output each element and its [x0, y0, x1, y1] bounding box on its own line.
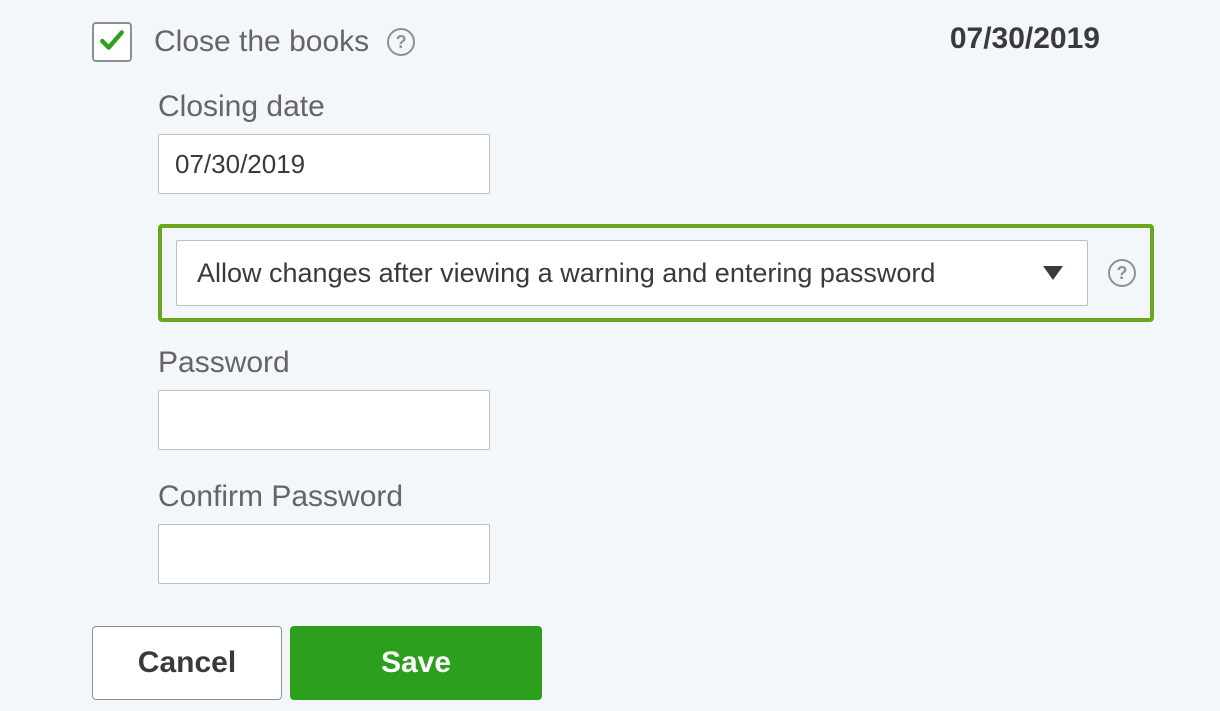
password-input[interactable] — [158, 390, 490, 450]
chevron-down-icon — [1043, 266, 1063, 280]
closing-date-label: Closing date — [158, 90, 1220, 124]
save-button[interactable]: Save — [290, 626, 542, 700]
current-date-display: 07/30/2019 — [950, 22, 1100, 56]
help-icon[interactable]: ? — [387, 28, 415, 56]
confirm-password-label: Confirm Password — [158, 480, 1220, 514]
restriction-select[interactable]: Allow changes after viewing a warning an… — [176, 240, 1088, 306]
confirm-password-input[interactable] — [158, 524, 490, 584]
closing-date-input[interactable] — [158, 134, 490, 194]
cancel-button[interactable]: Cancel — [92, 626, 282, 700]
restriction-highlight: Allow changes after viewing a warning an… — [158, 224, 1154, 322]
password-label: Password — [158, 346, 1220, 380]
close-books-checkbox[interactable] — [92, 22, 132, 62]
restriction-select-value: Allow changes after viewing a warning an… — [197, 258, 935, 289]
checkmark-icon — [99, 27, 125, 58]
restriction-help-icon[interactable]: ? — [1108, 259, 1136, 287]
close-books-label: Close the books — [154, 25, 369, 59]
